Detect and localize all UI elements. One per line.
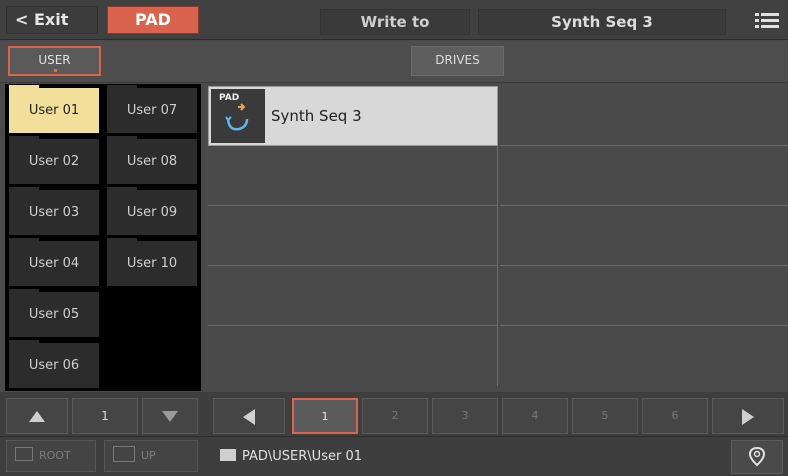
folder-icon (220, 449, 236, 461)
folder-user-02[interactable]: User 02 (9, 136, 99, 184)
top-bar: < Exit PAD Write to Synth Seq 3 (0, 0, 788, 40)
pad-sequence-icon: PAD (211, 89, 265, 143)
write-to-label: Write to (320, 9, 470, 35)
folder-user-08[interactable]: User 08 (107, 136, 197, 184)
location-pin-icon (748, 446, 766, 467)
page-6-button[interactable]: 6 (642, 398, 708, 434)
arrow-right-icon (742, 409, 754, 425)
page-next-button[interactable] (712, 398, 784, 434)
up-button[interactable]: UP (104, 440, 198, 472)
root-button[interactable]: ROOT (6, 440, 96, 472)
folder-user-06[interactable]: User 06 (9, 340, 99, 388)
pad-mode-button[interactable]: PAD (107, 6, 199, 34)
arrow-left-icon (243, 409, 255, 425)
item-grid: PAD Synth Seq 3 (208, 84, 788, 392)
home-folder-icon (15, 447, 33, 461)
empty-item-cell[interactable] (500, 326, 788, 386)
folder-user-01[interactable]: User 01 (9, 85, 99, 133)
destination-name: Synth Seq 3 (478, 9, 726, 35)
arrow-down-icon (162, 411, 178, 422)
empty-item-cell[interactable] (208, 206, 498, 266)
page-1-button[interactable]: 1 (292, 398, 358, 434)
up-button-label: UP (141, 449, 156, 462)
folder-scroll-down-button[interactable] (142, 398, 198, 434)
up-folder-icon (113, 446, 135, 462)
folder-user-05[interactable]: User 05 (9, 289, 99, 337)
folder-panel: User 01 User 02 User 03 User 04 User 05 … (5, 84, 201, 391)
page-4-button[interactable]: 4 (502, 398, 568, 434)
folder-user-09[interactable]: User 09 (107, 187, 197, 235)
empty-item-cell[interactable] (500, 206, 788, 266)
empty-item-cell[interactable] (208, 266, 498, 326)
current-path: PAD\USER\User 01 (210, 440, 730, 474)
path-text: PAD\USER\User 01 (242, 449, 362, 464)
empty-item-cell[interactable] (208, 146, 498, 206)
arrow-up-icon (29, 411, 45, 422)
folder-user-07[interactable]: User 07 (107, 85, 197, 133)
exit-button[interactable]: < Exit (6, 6, 98, 34)
folder-user-04[interactable]: User 04 (9, 238, 99, 286)
item-synth-seq-3[interactable]: PAD Synth Seq 3 (208, 86, 498, 146)
user-tab[interactable]: USER (8, 46, 101, 76)
user-tab-label: USER (38, 53, 71, 67)
folder-scroll-up-button[interactable] (6, 398, 68, 434)
page-3-button[interactable]: 3 (432, 398, 498, 434)
page-2-button[interactable]: 2 (362, 398, 428, 434)
folder-user-03[interactable]: User 03 (9, 187, 99, 235)
selection-indicator (54, 69, 57, 72)
item-name: Synth Seq 3 (271, 107, 362, 125)
page-5-button[interactable]: 5 (572, 398, 638, 434)
folder-page-indicator: 1 (72, 398, 138, 434)
source-tabs-row: USER DRIVES (0, 41, 788, 83)
folder-user-10[interactable]: User 10 (107, 238, 197, 286)
divider (0, 436, 788, 437)
drives-tab[interactable]: DRIVES (411, 46, 504, 76)
empty-item-cell[interactable] (208, 326, 498, 386)
page-prev-button[interactable] (213, 398, 285, 434)
root-button-label: ROOT (39, 449, 71, 462)
empty-item-cell[interactable] (500, 86, 788, 146)
hamburger-menu-icon[interactable] (755, 13, 779, 31)
empty-item-cell[interactable] (500, 266, 788, 326)
location-pin-button[interactable] (731, 440, 783, 474)
empty-item-cell[interactable] (500, 146, 788, 206)
